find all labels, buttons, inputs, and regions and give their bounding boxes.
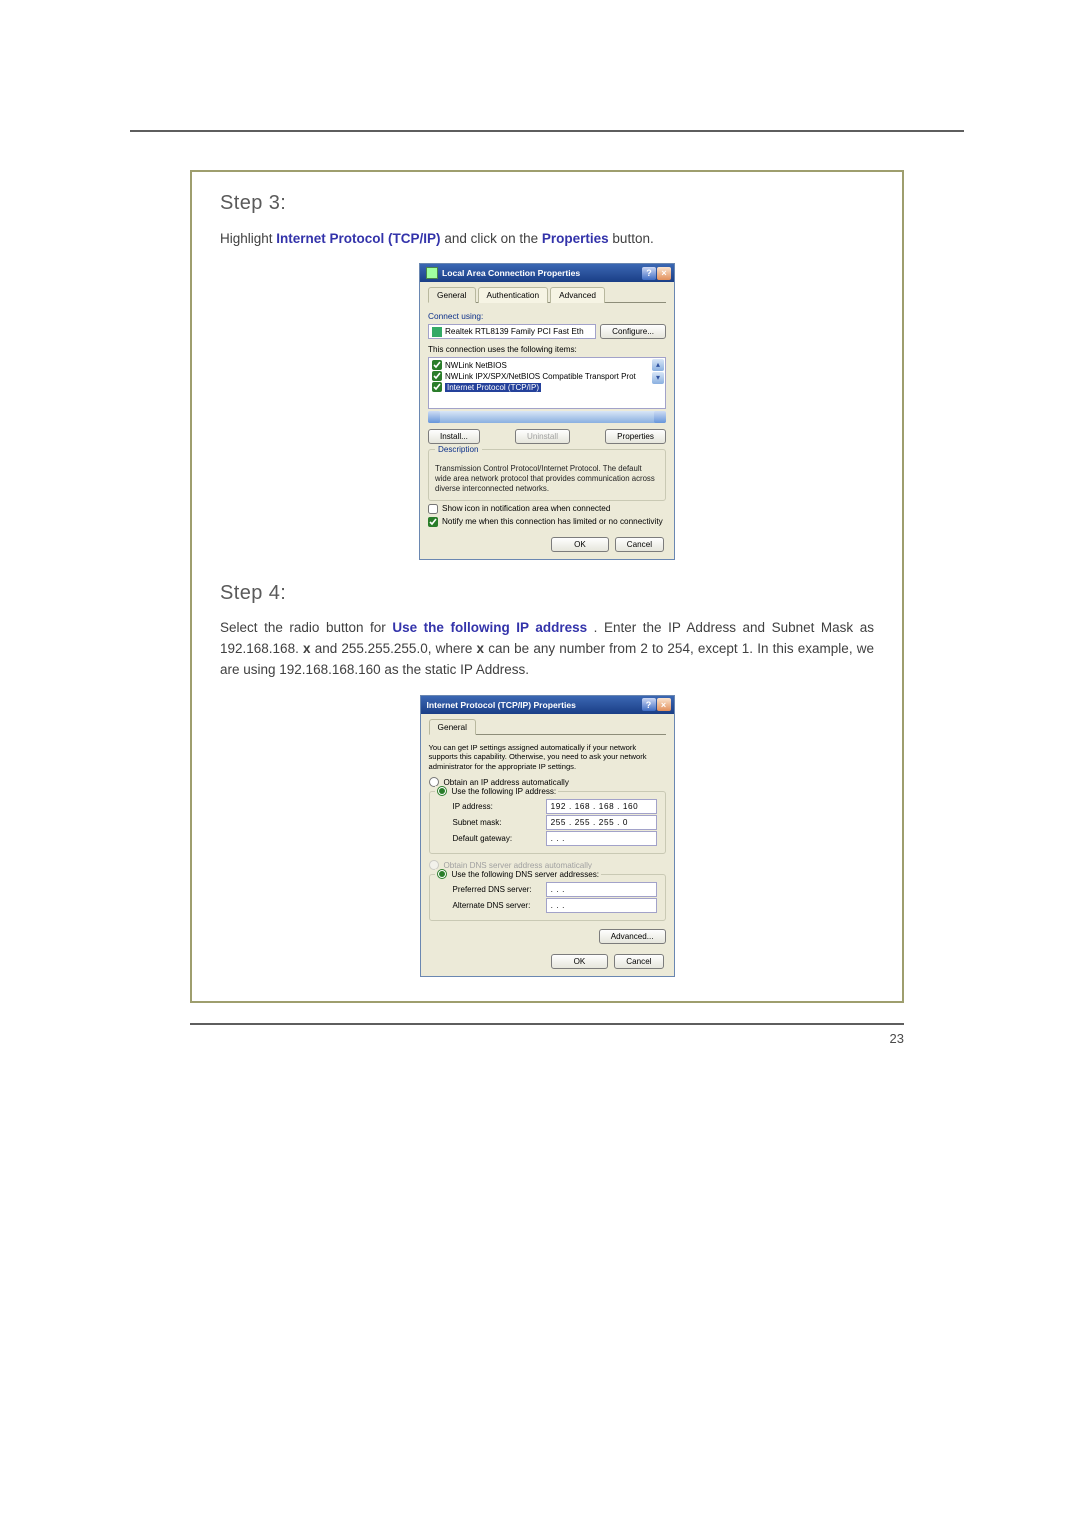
adapter-name: Realtek RTL8139 Family PCI Fast Eth [445, 327, 584, 336]
list-item-label: NWLink IPX/SPX/NetBIOS Compatible Transp… [445, 372, 636, 381]
dialog-titlebar: Local Area Connection Properties ? × [420, 264, 674, 282]
step3-title: Step 3: [220, 192, 874, 215]
tab-advanced[interactable]: Advanced [550, 287, 605, 303]
text: Highlight [220, 231, 276, 246]
items-label: This connection uses the following items… [428, 345, 666, 354]
text-x: x [477, 641, 485, 656]
checkbox[interactable] [432, 360, 442, 370]
text: button. [612, 231, 653, 246]
text: and click on the [444, 231, 542, 246]
intro-text: You can get IP settings assigned automat… [429, 743, 666, 771]
alternate-dns-field[interactable]: . . . [546, 898, 657, 913]
step4-text: Select the radio button for Use the foll… [220, 618, 874, 681]
configure-button[interactable]: Configure... [600, 324, 666, 339]
default-gateway-field[interactable]: . . . [546, 831, 657, 846]
text-strong: Use the following IP address [392, 620, 587, 635]
notify-label: Notify me when this connection has limit… [442, 517, 663, 526]
ok-button[interactable]: OK [551, 537, 609, 552]
step3-text: Highlight Internet Protocol (TCP/IP) and… [220, 229, 874, 250]
advanced-button[interactable]: Advanced... [599, 929, 666, 944]
tabstrip: General Authentication Advanced [428, 286, 666, 303]
radio-use-ip[interactable] [437, 786, 447, 796]
checkbox[interactable] [432, 371, 442, 381]
show-icon-label: Show icon in notification area when conn… [442, 504, 610, 513]
step-frame: Step 3: Highlight Internet Protocol (TCP… [190, 170, 904, 1003]
connect-using-label: Connect using: [428, 311, 666, 321]
tab-general[interactable]: General [428, 287, 476, 303]
radio-use-dns-label: Use the following DNS server addresses: [452, 870, 600, 879]
page-number: 23 [890, 1031, 904, 1046]
install-button[interactable]: Install... [428, 429, 480, 444]
description-text: Transmission Control Protocol/Internet P… [435, 464, 659, 493]
help-icon[interactable]: ? [642, 698, 656, 711]
subnet-mask-field[interactable]: 255 . 255 . 255 . 0 [546, 815, 657, 830]
list-item-label: NWLink NetBIOS [445, 361, 507, 370]
tcpip-properties-dialog: Internet Protocol (TCP/IP) Properties ? … [420, 695, 675, 977]
uninstall-button: Uninstall [515, 429, 570, 444]
default-gateway-label: Default gateway: [453, 834, 546, 843]
local-area-connection-dialog: Local Area Connection Properties ? × Gen… [419, 263, 675, 559]
properties-button[interactable]: Properties [605, 429, 666, 444]
list-item-label: Internet Protocol (TCP/IP) [445, 383, 541, 392]
cancel-button[interactable]: Cancel [615, 537, 664, 552]
ip-address-field[interactable]: 192 . 168 . 168 . 160 [546, 799, 657, 814]
connection-items-list[interactable]: NWLink NetBIOS NWLink IPX/SPX/NetBIOS Co… [428, 357, 666, 409]
header-rule [130, 130, 964, 132]
nic-icon [426, 267, 438, 279]
tab-general[interactable]: General [429, 719, 477, 735]
text: and 255.255.255.0, where [315, 641, 477, 656]
scroll-down-icon[interactable]: ▾ [652, 372, 664, 384]
adapter-field: Realtek RTL8139 Family PCI Fast Eth [428, 324, 596, 339]
text-strong: Internet Protocol (TCP/IP) [276, 231, 440, 246]
ip-address-label: IP address: [453, 802, 546, 811]
radio-use-ip-label: Use the following IP address: [452, 787, 557, 796]
radio-use-dns[interactable] [437, 869, 447, 879]
text: Select the radio button for [220, 620, 392, 635]
page-footer: 23 [190, 1023, 904, 1046]
adapter-icon [432, 327, 442, 337]
preferred-dns-label: Preferred DNS server: [453, 885, 546, 894]
tab-authentication[interactable]: Authentication [478, 287, 549, 303]
document-page: Step 3: Highlight Internet Protocol (TCP… [0, 0, 1080, 1527]
text-strong: Properties [542, 231, 609, 246]
step4-title: Step 4: [220, 582, 874, 605]
show-icon-checkbox[interactable] [428, 504, 438, 514]
cancel-button[interactable]: Cancel [614, 954, 663, 969]
checkbox[interactable] [432, 382, 442, 392]
tabstrip: General [429, 718, 666, 735]
list-item: NWLink NetBIOS [432, 360, 662, 370]
description-legend: Description [435, 445, 482, 454]
preferred-dns-field[interactable]: . . . [546, 882, 657, 897]
subnet-mask-label: Subnet mask: [453, 818, 546, 827]
help-icon[interactable]: ? [642, 267, 656, 280]
close-icon[interactable]: × [657, 267, 671, 280]
dialog-title: Internet Protocol (TCP/IP) Properties [427, 700, 576, 710]
scroll-up-icon[interactable]: ▴ [652, 359, 664, 371]
ok-button[interactable]: OK [551, 954, 609, 969]
alternate-dns-label: Alternate DNS server: [453, 901, 546, 910]
list-item-selected: Internet Protocol (TCP/IP) [432, 382, 662, 392]
horizontal-scrollbar[interactable] [428, 411, 666, 423]
dialog-title: Local Area Connection Properties [442, 268, 580, 278]
notify-checkbox[interactable] [428, 517, 438, 527]
text-x: x [303, 641, 311, 656]
close-icon[interactable]: × [657, 698, 671, 711]
dialog-titlebar: Internet Protocol (TCP/IP) Properties ? … [421, 696, 674, 714]
list-item: NWLink IPX/SPX/NetBIOS Compatible Transp… [432, 371, 662, 381]
